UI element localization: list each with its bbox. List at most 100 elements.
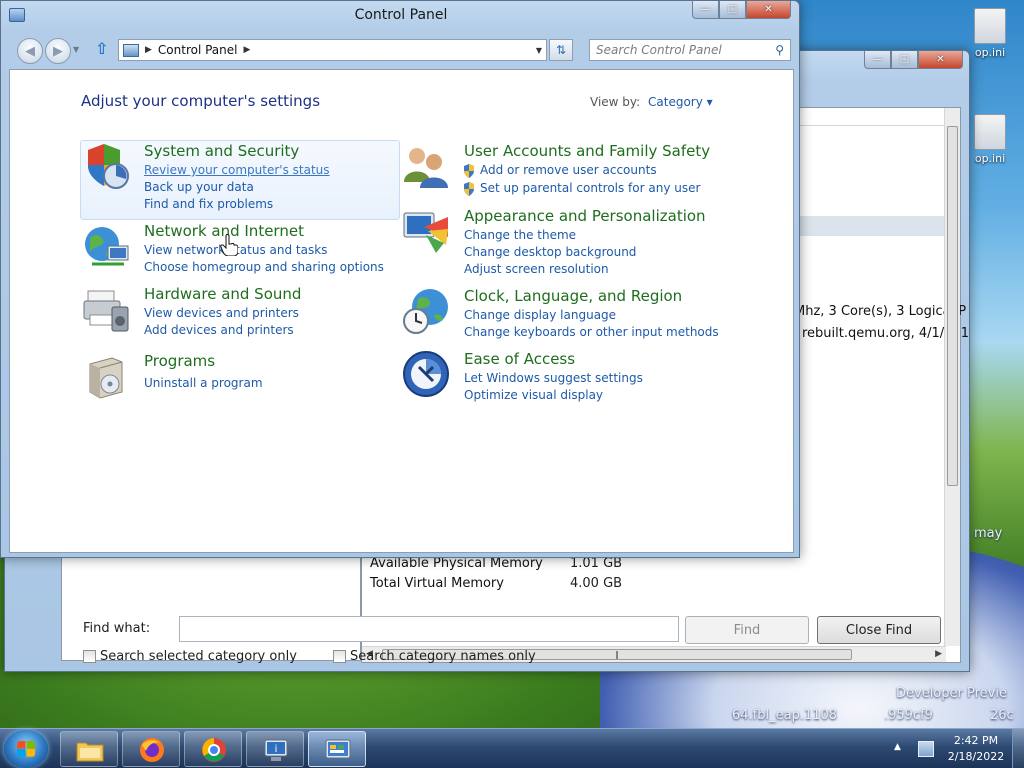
chevron-right-icon[interactable]: ▶ [145,45,152,55]
category-title[interactable]: Ease of Access [464,350,575,368]
find-what-input[interactable] [179,616,679,642]
processor-value: Mhz, 3 Core(s), 3 Logical P [794,304,967,319]
category-link[interactable]: Find and fix problems [144,197,273,211]
minimize-button[interactable]: — [864,51,891,69]
back-arrow-icon: ◀ [25,43,35,59]
up-arrow-icon[interactable]: ⇧ [95,39,108,58]
find-what-label: Find what: [83,621,151,636]
close-button[interactable]: ✕ [746,1,791,19]
svg-text:i: i [275,744,278,755]
ini-file-icon [974,8,1006,44]
minimize-button[interactable]: — [692,1,719,19]
forward-button[interactable]: ▶ [45,38,71,64]
category-title[interactable]: Hardware and Sound [144,285,301,303]
category-link[interactable]: Uninstall a program [144,376,263,390]
category-link[interactable]: Change keyboards or other input methods [464,325,719,339]
row-value: 4.00 GB [570,576,623,591]
scroll-right-icon[interactable]: ▶ [935,649,942,659]
sysinfo-caption-buttons: — □ ✕ [864,51,963,69]
category-link[interactable]: Let Windows suggest settings [464,371,643,385]
row-name: Available Physical Memory [370,556,543,571]
search-input[interactable]: Search Control Panel ⚲ [589,39,791,61]
search-names-checkbox[interactable]: Search category names only [333,649,536,664]
category-link[interactable]: Set up parental controls for any user [480,181,700,195]
close-button[interactable]: ✕ [918,51,963,69]
vertical-scrollbar[interactable] [944,108,960,646]
search-icon[interactable]: ⚲ [775,43,784,57]
appearance-monitor-icon [403,212,448,253]
forward-arrow-icon: ▶ [53,43,63,59]
address-bar[interactable]: ▶ Control Panel ▶ ▼ [118,39,547,61]
desktop-file-icon-2[interactable]: op.ini [962,114,1018,165]
view-by-dropdown[interactable]: Category [648,95,713,109]
category-link[interactable]: Optimize visual display [464,388,603,402]
search-placeholder: Search Control Panel [596,43,722,57]
cp-caption-buttons: — □ ✕ [692,1,791,19]
taskbar-chrome-button[interactable] [184,731,242,767]
row-name: Total Virtual Memory [370,576,504,591]
category-link[interactable]: Review your computer's status [144,163,330,177]
show-desktop-button[interactable] [1012,729,1024,768]
recent-pages-dropdown[interactable]: ▼ [73,45,79,54]
checkbox-box[interactable] [83,650,96,663]
taskbar-explorer-button[interactable] [60,731,118,767]
users-icon [404,148,448,188]
maximize-button[interactable]: □ [719,1,746,19]
window-title: Control Panel [354,7,448,23]
scrollbar-thumb[interactable] [947,126,958,486]
category-title[interactable]: Clock, Language, and Region [464,287,682,305]
category-title[interactable]: Programs [144,352,215,370]
table-row[interactable]: Total Virtual Memory [370,576,504,591]
taskbar-sysinfo-button[interactable]: i [246,731,304,767]
category-title[interactable]: System and Security [144,142,299,160]
category-link[interactable]: Change display language [464,308,616,322]
taskbar-control-panel-button[interactable] [308,731,366,767]
address-dropdown-icon[interactable]: ▼ [536,46,542,55]
refresh-button[interactable]: ⇅ [549,39,573,61]
row-value: 1.01 GB [570,556,623,571]
close-find-button[interactable]: Close Find [817,616,941,644]
desktop-watermark-text: Developer Previe [896,686,1007,701]
ini-file-icon [974,114,1006,150]
search-selected-checkbox[interactable]: Search selected category only [83,649,297,664]
system-tray: ▲ 2:42 PM 2/18/2022 [884,729,1024,768]
category-link[interactable]: Add devices and printers [144,323,294,337]
desktop-file-icon-1[interactable]: op.ini [962,8,1018,59]
start-button[interactable] [4,730,48,768]
checkbox-box[interactable] [333,650,346,663]
category-link[interactable]: Adjust screen resolution [464,262,609,276]
network-globe-icon [85,227,129,266]
hand-cursor-icon [220,234,238,256]
chevron-right-icon[interactable]: ▶ [244,45,251,55]
uac-shield-icon [464,182,474,196]
category-title[interactable]: User Accounts and Family Safety [464,142,710,160]
show-hidden-icons-icon[interactable]: ▲ [894,742,901,752]
maximize-button[interactable]: □ [891,51,918,69]
uac-shield-icon [464,164,474,178]
category-title[interactable]: Appearance and Personalization [464,207,706,225]
desktop-file-label: op.ini [974,152,1006,165]
taskbar-firefox-button[interactable] [122,731,180,767]
table-row[interactable]: Available Physical Memory [370,556,543,571]
control-panel-content: Adjust your computer's settings View by:… [9,69,794,553]
find-button[interactable]: Find [685,616,809,644]
back-button[interactable]: ◀ [17,38,43,64]
breadcrumb[interactable]: Control Panel [158,43,238,57]
ease-of-access-icon [403,351,449,397]
clock[interactable]: 2:42 PM 2/18/2022 [944,733,1008,765]
category-link[interactable]: Back up your data [144,180,254,194]
chrome-icon [202,738,226,762]
refresh-icon: ⇅ [555,43,567,57]
category-link[interactable]: Change desktop background [464,245,636,259]
shield-icon [88,144,129,189]
desktop-watermark-text: .959cf9 [884,708,933,723]
desktop-file-label: op.ini [974,46,1006,59]
category-link[interactable]: View devices and printers [144,306,299,320]
system-information-icon: i [264,739,288,761]
category-link[interactable]: Change the theme [464,228,576,242]
category-link[interactable]: Add or remove user accounts [480,163,657,177]
network-icon[interactable] [918,741,934,757]
desktop-watermark-text: 64.fbl_eap.1108 [732,708,838,723]
category-link[interactable]: Choose homegroup and sharing options [144,260,384,274]
control-panel-window: Control Panel — □ ✕ ◀ ▶ ▼ ⇧ ▶ Control Pa… [0,0,800,558]
